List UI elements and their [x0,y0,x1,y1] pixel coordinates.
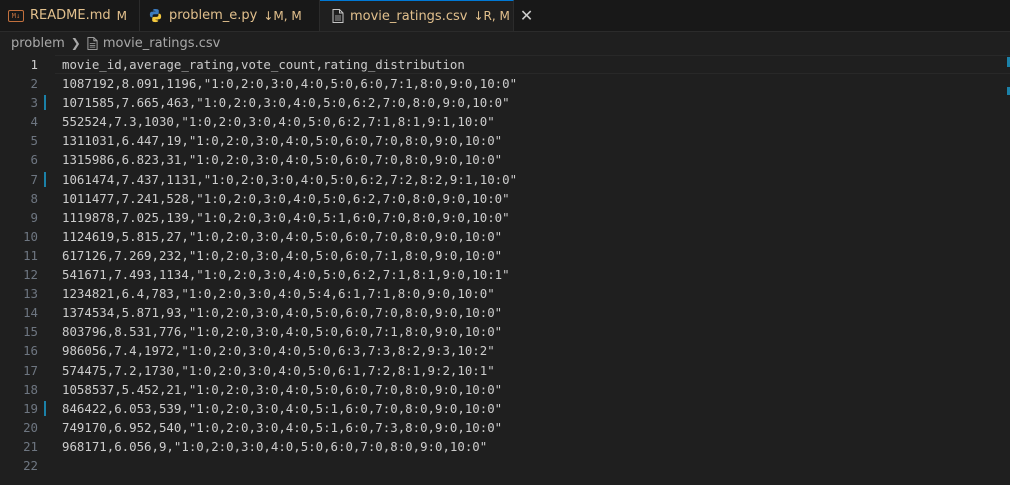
line-number: 4 [30,114,38,130]
markdown-icon: M↓ [8,9,24,22]
close-icon[interactable]: ✕ [520,8,533,24]
line-text: 617126,7.269,232,"1:0,2:0,3:0,4:0,5:0,6:… [62,247,503,263]
code-line[interactable]: 9 1119878,7.025,139,"1:0,2:0,3:0,4:0,5:1,… [0,208,1010,227]
line-text: 552524,7.3,1030,"1:0,2:0,3:0,4:0,5:0,6:2… [62,114,495,130]
code-line[interactable]: 8 1011477,7.241,528,"1:0,2:0,3:0,4:0,5:0,… [0,189,1010,208]
line-number: 8 [30,190,38,206]
code-line[interactable]: 4 552524,7.3,1030,"1:0,2:0,3:0,4:0,5:0,6:… [0,112,1010,131]
line-text: 1234821,6.4,783,"1:0,2:0,3:0,4:0,5:4,6:1… [62,286,495,302]
code-line[interactable]: 19 846422,6.053,539,"1:0,2:0,3:0,4:0,5:1,… [0,399,1010,418]
line-number: 13 [23,286,38,302]
git-status-badge: ↓M, M [263,8,302,23]
line-number: 3 [30,95,38,111]
code-line[interactable]: 11 617126,7.269,232,"1:0,2:0,3:0,4:0,5:0,… [0,246,1010,265]
tab-label: problem_e.py [169,8,258,23]
line-number: 11 [23,247,38,263]
code-line[interactable]: 6 1315986,6.823,31,"1:0,2:0,3:0,4:0,5:0,6… [0,150,1010,169]
breadcrumb-folder[interactable]: problem [11,36,65,51]
code-line[interactable]: 16 986056,7.4,1972,"1:0,2:0,3:0,4:0,5:0,6… [0,341,1010,360]
line-text: 1087192,8.091,1196,"1:0,2:0,3:0,4:0,5:0,… [62,76,518,92]
python-icon [148,8,163,23]
tab-problem-e[interactable]: problem_e.py ↓M, M [140,0,320,31]
line-number: 10 [23,228,38,244]
tab-movie-ratings[interactable]: movie_ratings.csv ↓R, M ✕ [320,0,533,31]
file-icon [87,36,98,50]
line-number: 6 [30,152,38,168]
line-number: 17 [23,362,38,378]
line-text: 968171,6.056,9,"1:0,2:0,3:0,4:0,5:0,6:0,… [62,438,488,454]
line-number: 18 [23,381,38,397]
code-line[interactable]: 13 1234821,6.4,783,"1:0,2:0,3:0,4:0,5:4,6… [0,284,1010,303]
chevron-right-icon: ❯ [70,36,81,50]
file-icon [332,9,344,23]
line-text: 986056,7.4,1972,"1:0,2:0,3:0,4:0,5:0,6:3… [62,343,495,359]
code-line[interactable]: 17 574475,7.2,1730,"1:0,2:0,3:0,4:0,5:0,6… [0,361,1010,380]
line-number: 19 [23,400,38,416]
line-number: 5 [30,133,38,149]
git-status-badge: ↓R, M [473,9,510,23]
line-text: 541671,7.493,1134,"1:0,2:0,3:0,4:0,5:0,6… [62,267,510,283]
breadcrumb: problem ❯ movie_ratings.csv [0,32,1010,54]
line-text: 846422,6.053,539,"1:0,2:0,3:0,4:0,5:1,6:… [62,400,503,416]
code-line[interactable]: 2 1087192,8.091,1196,"1:0,2:0,3:0,4:0,5:0… [0,74,1010,93]
line-text: 1311031,6.447,19,"1:0,2:0,3:0,4:0,5:0,6:… [62,133,503,149]
code-line[interactable]: 14 1374534,5.871,93,"1:0,2:0,3:0,4:0,5:0,… [0,303,1010,322]
code-line[interactable]: 18 1058537,5.452,21,"1:0,2:0,3:0,4:0,5:0,… [0,380,1010,399]
modified-line-marker [44,95,46,111]
line-number: 16 [23,343,38,359]
line-number: 21 [23,438,38,454]
line-text: 574475,7.2,1730,"1:0,2:0,3:0,4:0,5:0,6:1… [62,362,495,378]
code-line[interactable]: 3 1071585,7.665,463,"1:0,2:0,3:0,4:0,5:0,… [0,93,1010,112]
line-number: 9 [30,209,38,225]
line-text: 1119878,7.025,139,"1:0,2:0,3:0,4:0,5:1,6… [62,209,510,225]
code-line[interactable]: 22 [0,456,1010,475]
line-number: 14 [23,305,38,321]
editor-tab-bar: M↓ README.md M problem_e.py ↓M, M movie_… [0,0,1010,32]
scrollbar-overview[interactable] [996,55,1010,115]
line-text: movie_id,average_rating,vote_count,ratin… [62,57,465,72]
code-line[interactable]: 10 1124619,5.815,27,"1:0,2:0,3:0,4:0,5:0,… [0,227,1010,246]
code-editor[interactable]: 1 movie_id,average_rating,vote_count,rati… [0,55,1010,485]
code-line[interactable]: 12 541671,7.493,1134,"1:0,2:0,3:0,4:0,5:0… [0,265,1010,284]
code-line[interactable]: 1 movie_id,average_rating,vote_count,rati… [0,55,1010,74]
line-text: 1124619,5.815,27,"1:0,2:0,3:0,4:0,5:0,6:… [62,228,503,244]
git-status-badge: M [116,8,127,23]
breadcrumb-file[interactable]: movie_ratings.csv [103,36,220,51]
line-number: 15 [23,324,38,340]
code-line[interactable]: 7 1061474,7.437,1131,"1:0,2:0,3:0,4:0,5:0… [0,170,1010,189]
line-number: 12 [23,267,38,283]
line-number: 7 [30,171,38,187]
line-text: 1058537,5.452,21,"1:0,2:0,3:0,4:0,5:0,6:… [62,381,503,397]
tab-readme[interactable]: M↓ README.md M [0,0,140,31]
line-number: 20 [23,419,38,435]
modified-line-marker [44,400,46,416]
code-line[interactable]: 21 968171,6.056,9,"1:0,2:0,3:0,4:0,5:0,6:… [0,437,1010,456]
line-text: 803796,8.531,776,"1:0,2:0,3:0,4:0,5:0,6:… [62,324,503,340]
modified-line-marker [44,171,46,187]
line-number: 22 [23,457,38,473]
line-text: 1071585,7.665,463,"1:0,2:0,3:0,4:0,5:0,6… [62,95,510,111]
code-line[interactable]: 5 1311031,6.447,19,"1:0,2:0,3:0,4:0,5:0,6… [0,131,1010,150]
line-text: 1011477,7.241,528,"1:0,2:0,3:0,4:0,5:0,6… [62,190,510,206]
line-number: 2 [30,76,38,92]
code-line[interactable]: 15 803796,8.531,776,"1:0,2:0,3:0,4:0,5:0,… [0,322,1010,341]
line-text: 1374534,5.871,93,"1:0,2:0,3:0,4:0,5:0,6:… [62,305,503,321]
line-text: 1315986,6.823,31,"1:0,2:0,3:0,4:0,5:0,6:… [62,152,503,168]
line-number: 1 [30,57,38,72]
line-text: 1061474,7.437,1131,"1:0,2:0,3:0,4:0,5:0,… [62,171,518,187]
code-line[interactable]: 20 749170,6.952,540,"1:0,2:0,3:0,4:0,5:1,… [0,418,1010,437]
tab-label: README.md [30,8,111,23]
line-text: 749170,6.952,540,"1:0,2:0,3:0,4:0,5:1,6:… [62,419,503,435]
tab-label: movie_ratings.csv [350,8,468,24]
